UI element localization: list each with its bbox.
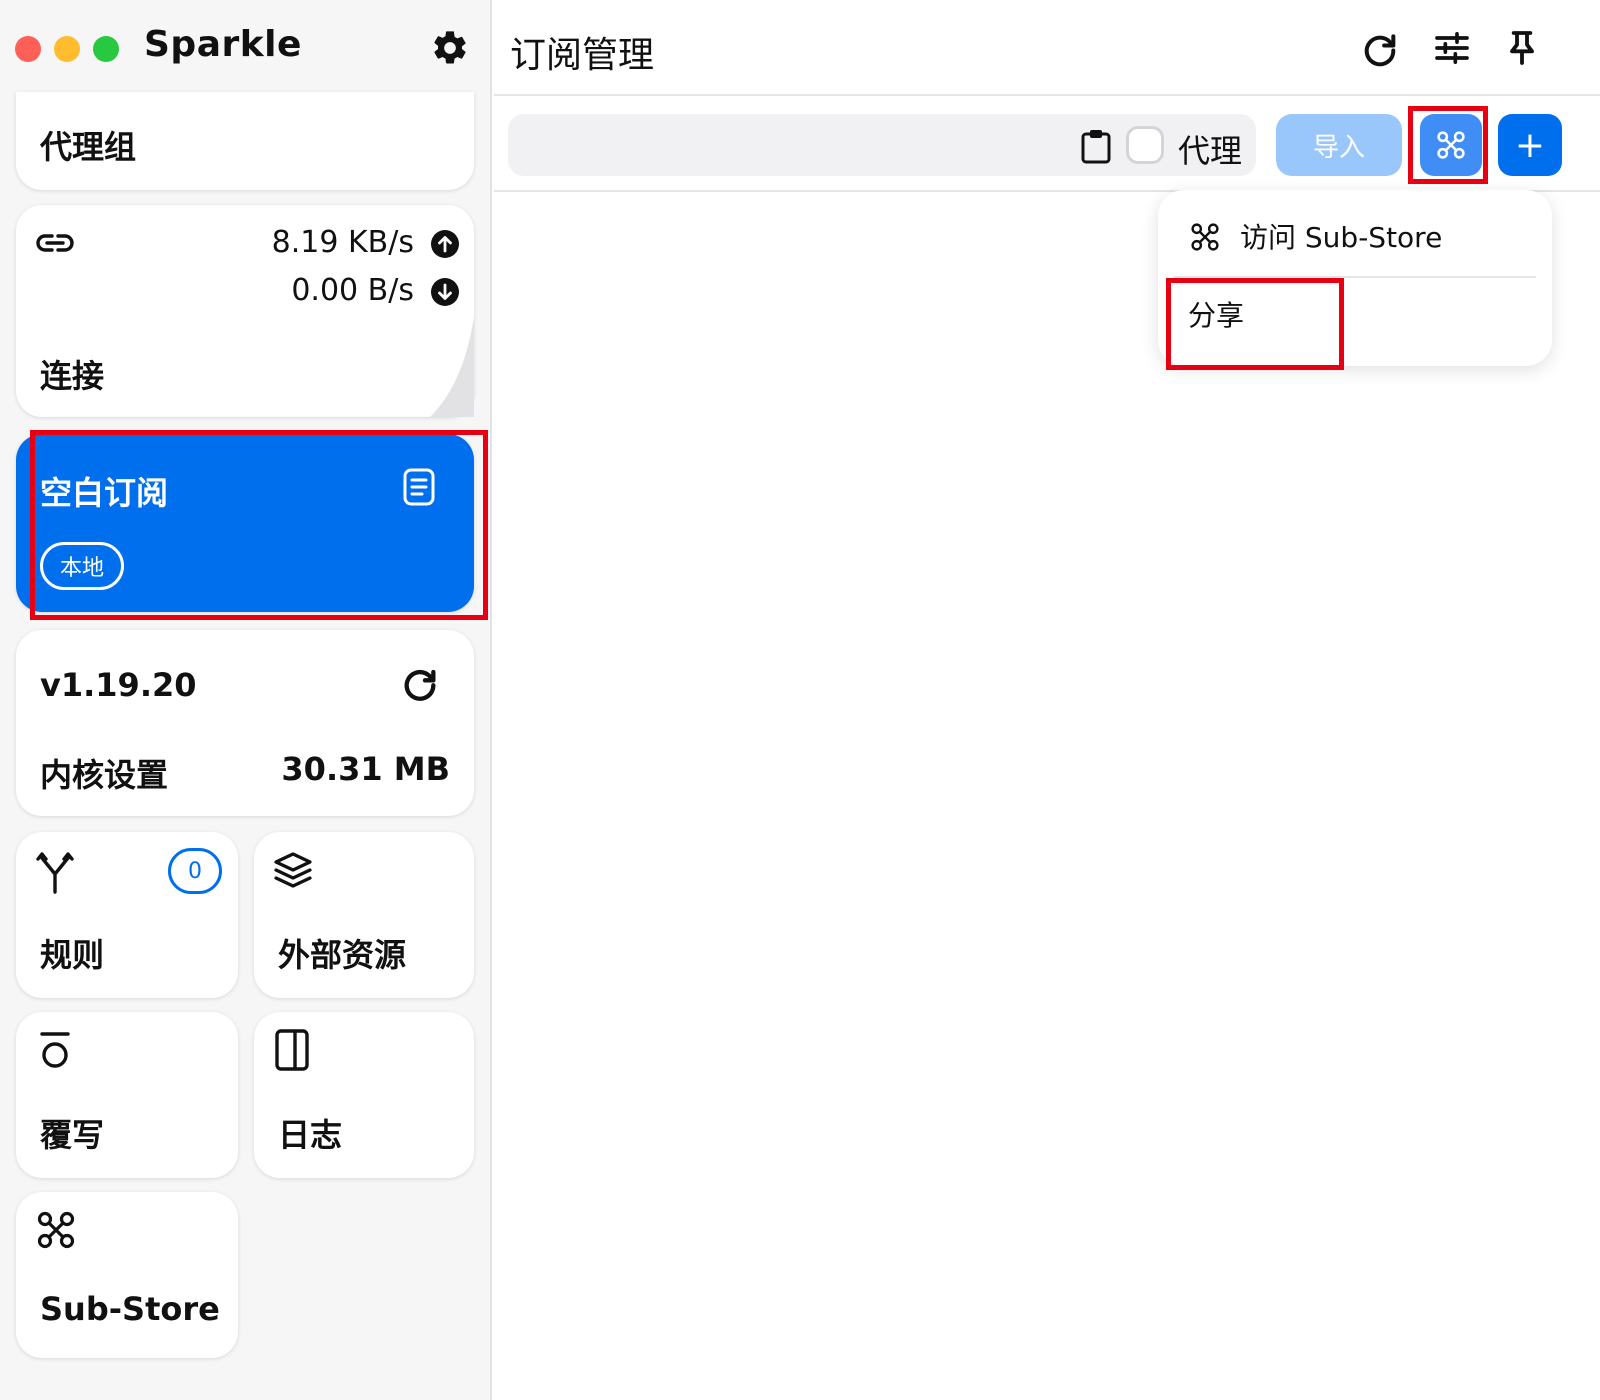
layers-icon bbox=[274, 852, 312, 888]
substore-dropdown-menu: 访问 Sub-Store 分享 bbox=[1158, 190, 1552, 366]
proxy-group-label: 代理组 bbox=[40, 128, 137, 166]
app-title: Sparkle bbox=[144, 24, 302, 65]
refresh-icon[interactable] bbox=[400, 662, 440, 702]
substore-label: Sub-Store bbox=[40, 1290, 220, 1328]
local-badge: 本地 bbox=[40, 542, 125, 590]
gear-icon bbox=[434, 31, 466, 64]
arrow-down-circle-icon bbox=[431, 278, 459, 306]
substore-button[interactable] bbox=[1420, 114, 1482, 176]
override-card[interactable]: 覆写 bbox=[16, 1012, 238, 1178]
page-title: 订阅管理 bbox=[510, 35, 655, 76]
import-button[interactable]: 导入 bbox=[1276, 114, 1402, 176]
substore-icon bbox=[1437, 131, 1465, 159]
logs-card[interactable]: 日志 bbox=[254, 1012, 474, 1178]
core-settings-card[interactable]: v1.19.20 内核设置 30.31 MB bbox=[16, 630, 474, 816]
subscription-card[interactable]: 空白订阅 本地 bbox=[16, 434, 474, 612]
add-button[interactable]: + bbox=[1498, 114, 1562, 176]
link-icon bbox=[36, 234, 74, 252]
arrow-up-circle-icon bbox=[431, 230, 459, 258]
logs-label: 日志 bbox=[278, 1116, 343, 1154]
menu-divider bbox=[1174, 276, 1536, 278]
settings-button[interactable] bbox=[430, 28, 470, 68]
external-resources-card[interactable]: 外部资源 bbox=[254, 832, 474, 998]
substore-icon bbox=[1191, 223, 1219, 251]
download-speed: 0.00 B/s bbox=[291, 273, 414, 308]
maximize-window-button[interactable] bbox=[93, 36, 119, 62]
subscription-name: 空白订阅 bbox=[40, 474, 169, 512]
proxy-checkbox[interactable] bbox=[1126, 126, 1164, 164]
main-panel: 订阅管理 代理 导入 + 访问 Sub-Store 分享 bbox=[494, 0, 1600, 1400]
header-divider bbox=[494, 94, 1600, 96]
substore-card[interactable]: Sub-Store bbox=[16, 1192, 238, 1358]
window-controls bbox=[15, 36, 119, 62]
proxy-checkbox-label: 代理 bbox=[1178, 132, 1243, 170]
visit-substore-menu-item[interactable]: 访问 Sub-Store bbox=[1240, 216, 1442, 256]
fork-icon bbox=[36, 852, 74, 894]
connections-label: 连接 bbox=[40, 357, 105, 395]
substore-icon bbox=[37, 1211, 75, 1249]
pin-icon[interactable] bbox=[1502, 28, 1542, 68]
proxy-group-card[interactable]: 代理组 bbox=[16, 92, 474, 190]
core-memory: 30.31 MB bbox=[281, 750, 450, 788]
sliders-icon[interactable] bbox=[1432, 28, 1472, 68]
core-settings-label: 内核设置 bbox=[40, 756, 169, 794]
document-icon bbox=[403, 468, 435, 506]
sidebar: Sparkle 代理组 8.19 KB/s 0.00 B/s 连接 空白订阅 本… bbox=[0, 0, 492, 1400]
override-label: 覆写 bbox=[40, 1116, 105, 1154]
connections-card[interactable]: 8.19 KB/s 0.00 B/s 连接 bbox=[16, 205, 474, 417]
refresh-icon[interactable] bbox=[1360, 28, 1400, 68]
rules-card[interactable]: 0 规则 bbox=[16, 832, 238, 998]
core-version: v1.19.20 bbox=[40, 666, 197, 704]
traffic-chart bbox=[430, 317, 474, 417]
rules-label: 规则 bbox=[40, 936, 105, 974]
upload-speed: 8.19 KB/s bbox=[271, 225, 414, 260]
clipboard-icon[interactable] bbox=[1078, 128, 1114, 164]
external-resources-label: 外部资源 bbox=[278, 936, 407, 974]
minimize-window-button[interactable] bbox=[54, 36, 80, 62]
share-menu-item[interactable]: 分享 bbox=[1188, 294, 1244, 334]
rules-count-badge: 0 bbox=[168, 848, 222, 894]
override-icon bbox=[40, 1032, 70, 1068]
panel-icon bbox=[275, 1029, 309, 1071]
close-window-button[interactable] bbox=[15, 36, 41, 62]
